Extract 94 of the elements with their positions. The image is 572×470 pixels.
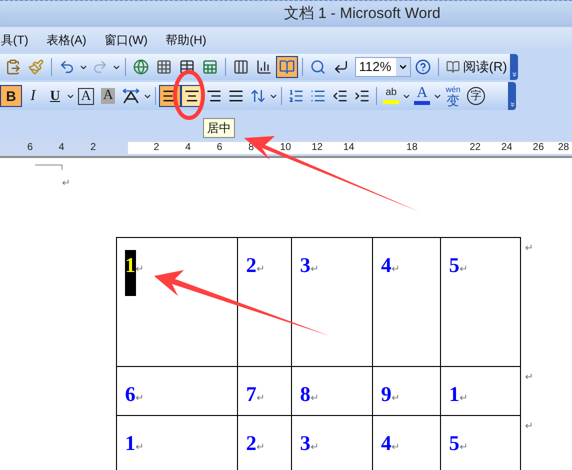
- phonetic-guide-button[interactable]: wén 变: [442, 85, 464, 107]
- menu-item[interactable]: 具(T): [1, 30, 28, 48]
- paintbrush-icon: [28, 59, 44, 75]
- cell-end-mark: ↵: [392, 393, 400, 404]
- align-lines-icon: [228, 88, 244, 104]
- numbered-list-icon: [288, 88, 304, 104]
- ruler-number: 2: [90, 142, 96, 154]
- help-icon: [415, 59, 431, 75]
- cell-end-mark: ↵: [310, 393, 318, 404]
- columns-icon: [233, 59, 249, 75]
- bold-button[interactable]: B: [0, 85, 22, 107]
- cell-end-mark: ↵: [392, 442, 400, 453]
- menu-item[interactable]: 帮助(H): [166, 30, 206, 48]
- cell-end-mark: ↵: [256, 264, 264, 275]
- tooltip: 居中: [203, 118, 235, 138]
- indent-icon: [354, 88, 370, 104]
- cell-number: 5: [449, 253, 460, 277]
- cell-number: 1: [125, 250, 136, 296]
- cell-number: 2: [246, 253, 256, 277]
- cell-end-mark: ↵: [460, 393, 468, 404]
- cell-end-mark: ↵: [256, 442, 264, 453]
- cell-end-mark: ↵: [256, 393, 264, 404]
- ruler-number: 28: [558, 142, 570, 154]
- ruler-number: 2: [154, 142, 160, 154]
- ruler-number: 12: [312, 142, 323, 154]
- chevron-icon: [508, 101, 516, 108]
- cell-end-mark: ↵: [136, 393, 144, 404]
- margin-corner-icon: [35, 164, 63, 170]
- ruler-number: 10: [280, 142, 292, 154]
- cell-number: 7: [246, 382, 256, 406]
- globe-icon: [133, 59, 149, 75]
- bars-icon: [256, 59, 272, 75]
- book-icon: [279, 59, 295, 75]
- row-end-mark: ↵: [525, 371, 533, 385]
- read-button[interactable]: 阅读(R): [443, 56, 510, 78]
- cell-end-mark: ↵: [136, 264, 144, 275]
- cell-number: 2: [246, 431, 256, 455]
- cell-number: 9: [381, 382, 392, 406]
- cell-number: 8: [300, 382, 310, 406]
- toolbar-options-button[interactable]: [510, 54, 518, 80]
- ruler-number: 4: [185, 142, 191, 154]
- annotation-circle: [173, 70, 205, 120]
- cell-number: 3: [300, 431, 310, 455]
- ruler-number: 26: [532, 142, 544, 154]
- cell-end-mark: ↵: [460, 264, 468, 275]
- italic-button[interactable]: I: [22, 85, 44, 107]
- align-lines-icon: [206, 88, 222, 104]
- spreadsheet-icon: [202, 59, 218, 75]
- undo-icon: [59, 59, 75, 75]
- chevron-icon: [510, 71, 518, 78]
- line-spacing-icon: [250, 88, 266, 104]
- bullet-list-icon: [310, 88, 326, 104]
- magnifier-icon: [310, 59, 326, 75]
- paragraph-arrow-icon: [333, 59, 349, 75]
- cell-end-mark: ↵: [310, 442, 318, 453]
- cell-end-mark: ↵: [136, 442, 144, 453]
- ruler-number: 24: [501, 142, 512, 154]
- cell-end-mark: ↵: [392, 264, 400, 275]
- highlight-button[interactable]: ab: [380, 85, 402, 107]
- cell-number: 1: [449, 382, 460, 406]
- document-map-button[interactable]: [276, 56, 298, 78]
- cell-number: 4: [381, 253, 392, 277]
- align-lines-icon: [184, 88, 200, 104]
- menu-item[interactable]: 窗口(W): [104, 30, 148, 48]
- outdent-icon: [332, 88, 348, 104]
- book-icon: [446, 60, 460, 74]
- underline-button[interactable]: U: [44, 85, 66, 107]
- table-icon: [179, 59, 195, 75]
- cell-number: 6: [125, 382, 136, 406]
- cell-end-mark: ↵: [460, 442, 468, 453]
- zoom-field[interactable]: 112%: [355, 57, 411, 77]
- ruler-number: 4: [58, 142, 64, 154]
- ruler-number: 22: [470, 142, 481, 154]
- ruler-number: 18: [406, 142, 418, 154]
- row-end-mark: ↵: [525, 420, 533, 434]
- paragraph-mark: ↵: [62, 177, 70, 191]
- toolbar-options-button[interactable]: [508, 82, 516, 110]
- clipboard-icon: [5, 59, 21, 75]
- row-end-mark: ↵: [525, 242, 533, 256]
- font-color-button[interactable]: A: [411, 85, 434, 107]
- character-shading-button[interactable]: A: [97, 85, 120, 107]
- ruler-number: 14: [343, 142, 354, 154]
- menu-item[interactable]: 表格(A): [46, 30, 86, 48]
- grid-icon: [156, 59, 172, 75]
- cell-number: 1: [125, 431, 136, 455]
- ruler-number: 6: [216, 142, 222, 154]
- window-title: 文档 1 - Microsoft Word: [284, 4, 440, 24]
- cell-number: 4: [381, 431, 392, 455]
- cell-number: 3: [300, 253, 310, 277]
- cell-number: 5: [449, 431, 460, 455]
- ruler-number: 6: [27, 142, 33, 154]
- cell-end-mark: ↵: [310, 264, 318, 275]
- scale-arrows-icon: [122, 88, 140, 104]
- redo-icon: [92, 59, 108, 75]
